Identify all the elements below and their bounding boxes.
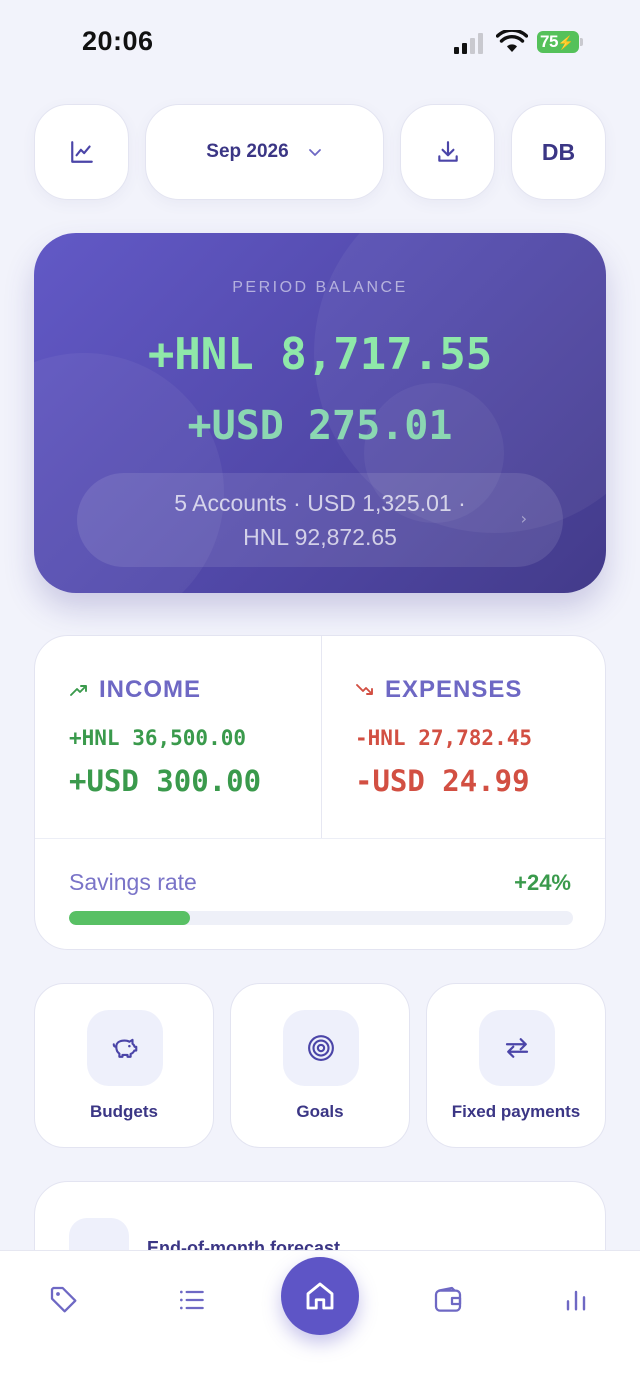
nav-home[interactable] <box>281 1257 359 1335</box>
expenses-usd: -USD 24.99 <box>355 764 530 798</box>
savings-progress-bar <box>69 911 573 925</box>
savings-rate-label: Savings rate <box>69 869 197 895</box>
tile-icon-box <box>87 1010 163 1086</box>
chevron-right-icon: › <box>520 509 527 528</box>
balance-hnl: +HNL 8,717.55 <box>147 329 493 380</box>
tile-icon-box <box>479 1010 555 1086</box>
chevron-down-icon <box>308 149 321 156</box>
accounts-summary-text: 5 Accounts · USD 1,325.01 · HNL 92,872.6… <box>140 486 500 554</box>
income-hnl: +HNL 36,500.00 <box>69 726 247 750</box>
bottom-navigation <box>0 1250 640 1387</box>
analytics-button[interactable] <box>34 104 129 200</box>
month-selector[interactable]: Sep 2026 <box>145 104 384 200</box>
repeat-icon <box>505 1038 529 1058</box>
battery-cap <box>580 38 583 46</box>
expenses-hnl: -HNL 27,782.45 <box>355 726 533 750</box>
profile-button[interactable]: DB <box>511 104 606 200</box>
trending-up-icon <box>70 685 87 696</box>
download-icon <box>437 141 458 162</box>
nav-categories[interactable] <box>40 1276 88 1324</box>
savings-progress-fill <box>69 911 190 925</box>
bar-chart-icon <box>566 1290 586 1311</box>
accounts-summary-line-1: 5 Accounts · USD 1,325.01 · <box>174 490 466 516</box>
savings-rate-value: +24% <box>514 870 571 895</box>
budgets-label: Budgets <box>90 1102 158 1121</box>
income-expenses-card: INCOME +HNL 36,500.00 +USD 300.00 EXPENS… <box>34 635 606 950</box>
battery-icon: 75⚡ <box>537 31 579 53</box>
wallet-icon <box>434 1286 462 1312</box>
expenses-label: EXPENSES <box>385 676 523 703</box>
battery-level: 75 <box>540 32 558 51</box>
nav-reports[interactable] <box>552 1276 600 1324</box>
nav-accounts[interactable] <box>424 1276 472 1324</box>
status-time: 20:06 <box>82 26 154 56</box>
avatar-initials: DB <box>541 138 576 165</box>
nav-transactions[interactable] <box>168 1276 216 1324</box>
goals-label: Goals <box>296 1102 344 1121</box>
goals-button[interactable]: Goals <box>230 983 410 1148</box>
accounts-summary-button[interactable]: 5 Accounts · USD 1,325.01 · HNL 92,872.6… <box>77 473 563 567</box>
trending-down-icon <box>356 684 373 695</box>
fixed-payments-label: Fixed payments <box>451 1102 581 1121</box>
income-header: INCOME <box>69 676 201 704</box>
list-icon <box>180 1290 204 1310</box>
home-icon <box>306 1282 334 1310</box>
tile-icon-box <box>283 1010 359 1086</box>
download-button[interactable] <box>400 104 495 200</box>
expenses-header: EXPENSES <box>355 676 522 704</box>
budgets-button[interactable]: Budgets <box>34 983 214 1148</box>
accounts-summary-line-2: HNL 92,872.65 <box>243 524 397 550</box>
income-label: INCOME <box>99 676 201 703</box>
divider <box>321 636 322 838</box>
divider <box>35 838 605 839</box>
month-label: Sep 2026 <box>206 141 289 162</box>
wifi-icon <box>496 30 528 52</box>
line-chart-icon <box>70 141 93 163</box>
balance-usd: +USD 275.01 <box>187 403 453 449</box>
fixed-payments-button[interactable]: Fixed payments <box>426 983 606 1148</box>
cellular-signal-icon <box>454 32 483 54</box>
period-balance-label: PERIOD BALANCE <box>232 279 408 296</box>
tag-icon <box>50 1286 77 1313</box>
period-balance-card[interactable]: PERIOD BALANCE +HNL 8,717.55 +USD 275.01… <box>34 233 606 593</box>
status-bar: 20:06 75⚡ <box>0 0 640 90</box>
target-icon <box>308 1035 334 1061</box>
income-usd: +USD 300.00 <box>69 764 262 798</box>
piggy-bank-icon <box>112 1038 138 1058</box>
